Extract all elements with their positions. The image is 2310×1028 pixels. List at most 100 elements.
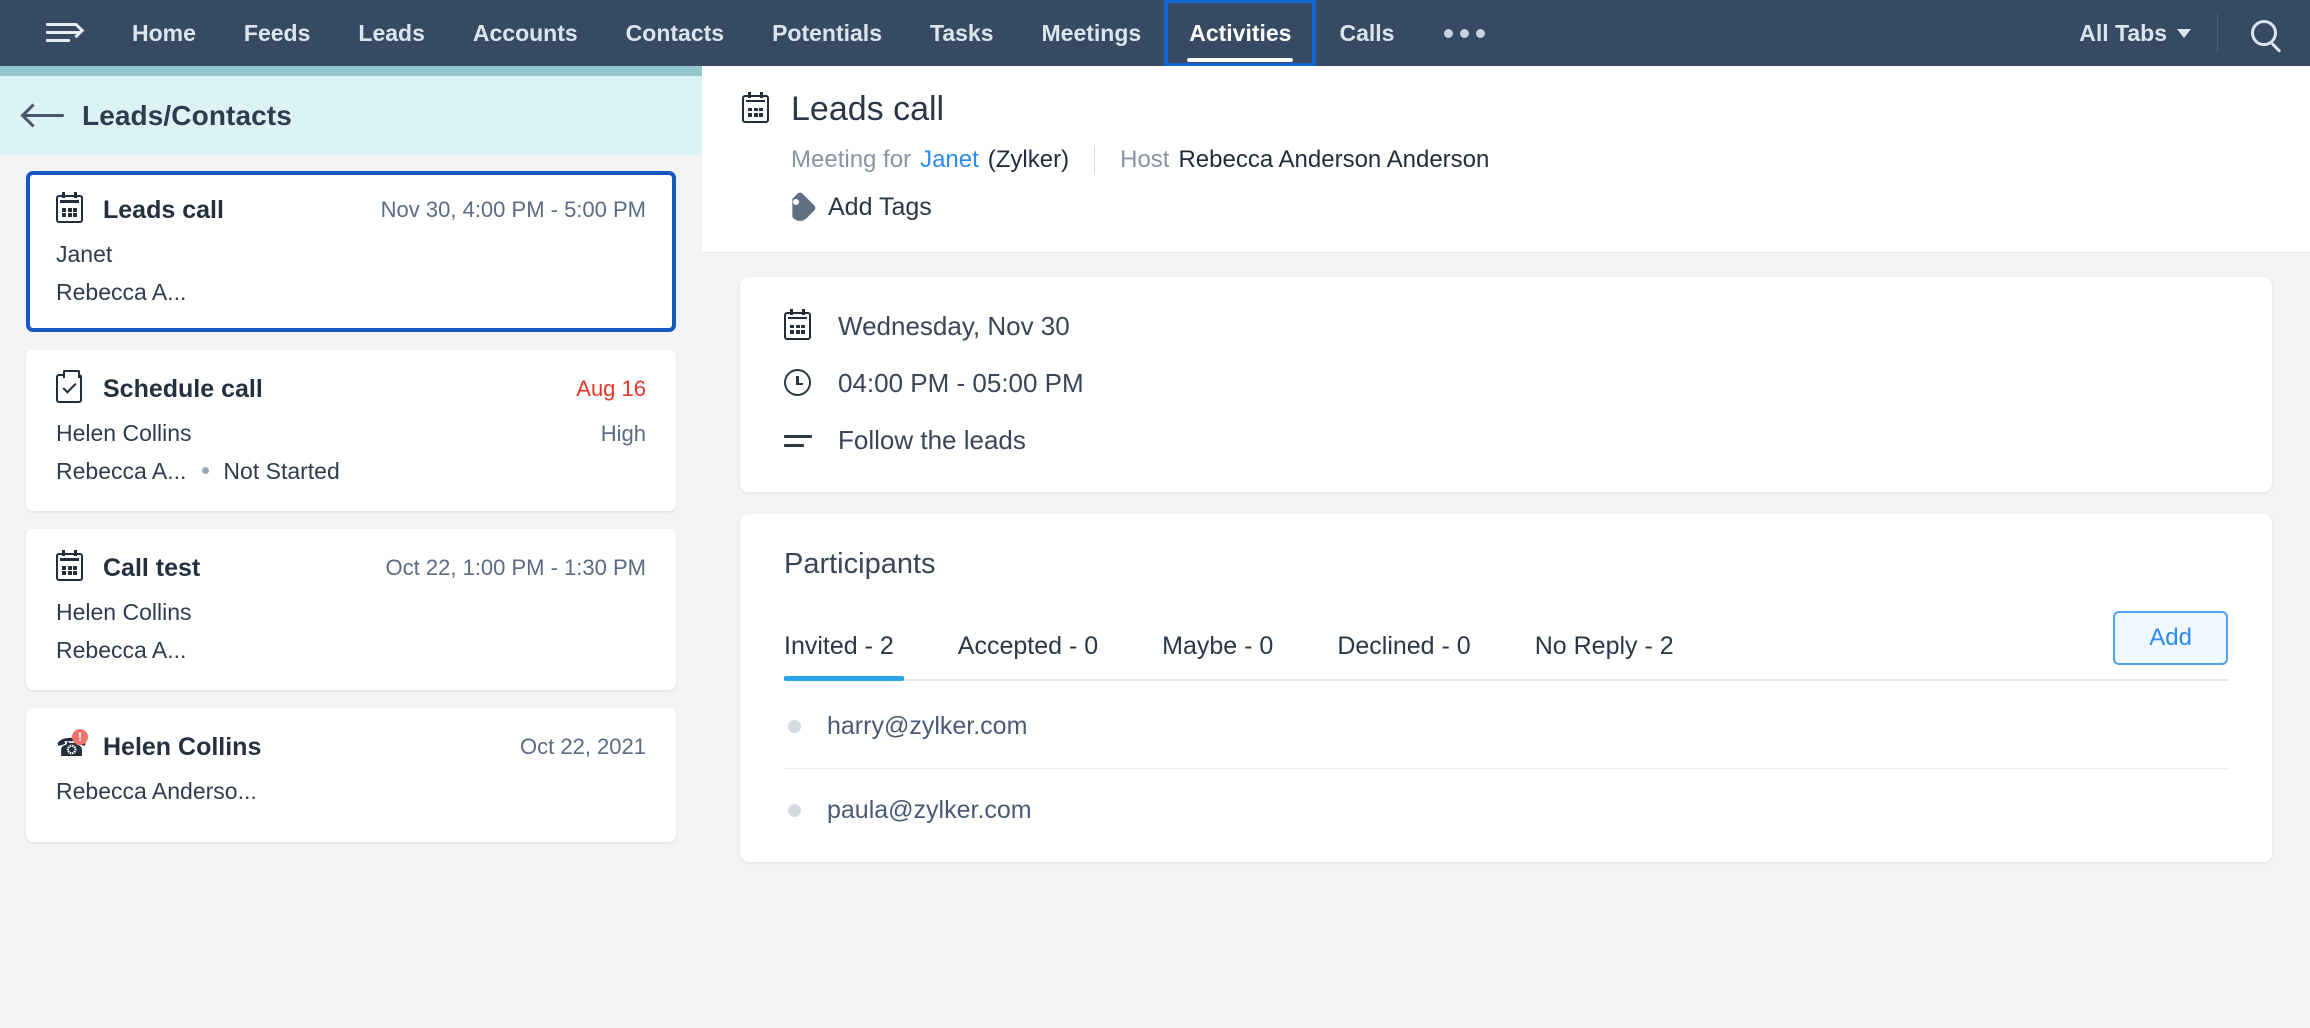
nav-tab-label: Contacts [625,19,725,46]
participants-panel: Participants Invited - 2 Accepted - 0 Ma… [740,514,2272,862]
card-owner-name: Rebecca Anderso... [56,778,257,804]
record-body: Wednesday, Nov 30 04:00 PM - 05:00 PM Fo… [702,253,2310,862]
list-item[interactable]: paula@zylker.com [784,769,2228,852]
nav-tab-potentials[interactable]: Potentials [748,0,906,66]
nav-tab-label: Leads [358,19,425,46]
nav-tab-activities[interactable]: Activities [1164,0,1317,67]
detail-row-time: 04:00 PM - 05:00 PM [784,368,2228,399]
participant-email: paula@zylker.com [827,796,1032,824]
nav-tab-label: Accounts [472,19,578,46]
menu-arrow-icon[interactable] [46,20,85,46]
alert-badge: ! [72,729,88,745]
calendar-icon [56,550,86,583]
card-title: Call test [103,553,201,582]
nav-tab-meetings[interactable]: Meetings [1018,0,1166,66]
tab-declined[interactable]: Declined - 0 [1305,632,1502,679]
nav-tab-label: Potentials [772,19,882,46]
card-title-row: ☎ ! Helen Collins Oct 22, 2021 [56,729,646,762]
card-datetime: Oct 22, 1:00 PM - 1:30 PM [385,555,646,580]
card-title-row: Call test Oct 22, 1:00 PM - 1:30 PM [56,550,646,583]
card-owner-name: Rebecca A... [56,458,187,484]
card-contact-name: Helen Collins [56,599,192,625]
activity-card-helen-collins-call[interactable]: ☎ ! Helen Collins Oct 22, 2021 Rebecca A… [26,708,676,842]
tab-label: Invited - 2 [784,632,894,660]
card-status: Not Started [223,458,340,484]
calendar-icon [784,308,814,342]
tab-label: Declined - 0 [1337,632,1471,660]
record-header: Leads call Meeting for Janet (Zylker) Ho… [702,66,2310,253]
nav-tab-accounts[interactable]: Accounts [449,0,602,66]
host-name: Rebecca Anderson Anderson [1178,146,1490,173]
add-tags-button[interactable]: Add Tags [742,193,2270,222]
nav-tab-home[interactable]: Home [108,0,220,66]
status-bullet-icon [788,804,801,817]
card-line-3: Rebecca A... [56,637,646,664]
tab-accepted[interactable]: Accepted - 0 [926,632,1130,679]
card-title: Leads call [103,195,224,224]
sidebar-header: Leads/Contacts [0,76,702,155]
activity-card-call-test[interactable]: Call test Oct 22, 1:00 PM - 1:30 PM Hele… [26,529,676,690]
card-owner-name: Rebecca A... [56,279,187,305]
participant-email: harry@zylker.com [827,712,1028,740]
add-participant-button[interactable]: Add [2113,611,2228,665]
topbar-right-group: All Tabs [2053,0,2310,66]
card-line-2: Helen Collins High [56,420,646,447]
accent-strip [0,66,702,76]
page-title: Leads call [791,90,945,128]
separator-dot [202,467,210,474]
nav-tab-label: Calls [1339,19,1395,46]
activity-card-list: Leads call Nov 30, 4:00 PM - 5:00 PM Jan… [0,155,702,842]
meeting-description: Follow the leads [838,425,1026,455]
activities-sidebar: Leads/Contacts Leads call Nov 30, 4:00 P… [0,76,702,1028]
back-arrow-icon[interactable] [20,101,66,131]
phone-alert-icon: ☎ ! [56,729,88,762]
chevron-down-icon [2177,28,2191,38]
activity-card-schedule-call[interactable]: Schedule call Aug 16 Helen Collins High … [26,350,676,511]
meeting-date: Wednesday, Nov 30 [838,311,1070,341]
all-tabs-dropdown[interactable]: All Tabs [2053,20,2217,47]
tab-maybe[interactable]: Maybe - 0 [1130,632,1305,679]
card-priority: High [600,421,646,446]
clock-icon [784,368,814,399]
record-title-row: Leads call [742,90,2270,129]
card-title: Schedule call [103,374,263,403]
tab-invited[interactable]: Invited - 2 [784,632,926,681]
meeting-for-link[interactable]: Janet [920,146,979,174]
search-icon[interactable] [2218,0,2310,66]
nav-tab-calls[interactable]: Calls [1315,0,1418,66]
nav-tab-list: Home Feeds Leads Accounts Contacts Poten… [108,0,1511,67]
meeting-for-label: Meeting for [791,146,912,173]
card-line-2: Helen Collins [56,599,646,626]
task-clipboard-check-icon [56,370,86,404]
all-tabs-label: All Tabs [2079,19,2167,46]
card-date: Oct 22, 2021 [520,734,646,759]
meeting-details-panel: Wednesday, Nov 30 04:00 PM - 05:00 PM Fo… [740,277,2272,492]
activity-card-leads-call[interactable]: Leads call Nov 30, 4:00 PM - 5:00 PM Jan… [26,171,676,332]
nav-tab-label: Feeds [243,19,311,46]
add-tags-label: Add Tags [828,193,932,221]
nav-tab-label: Tasks [930,19,994,46]
card-contact-name: Janet [56,241,113,267]
nav-tab-leads[interactable]: Leads [334,0,448,66]
card-due-date: Aug 16 [576,376,646,401]
list-item[interactable]: harry@zylker.com [784,685,2228,769]
card-title-row: Schedule call Aug 16 [56,370,646,404]
tab-no-reply[interactable]: No Reply - 2 [1503,632,1706,679]
nav-tab-contacts[interactable]: Contacts [602,0,748,66]
meeting-for-account: (Zylker) [987,146,1070,173]
nav-tab-label: Meetings [1041,19,1142,46]
ellipsis-icon[interactable] [1418,0,1511,66]
participants-heading: Participants [784,548,936,580]
participants-list: harry@zylker.com paula@zylker.com [784,681,2228,852]
nav-tab-feeds[interactable]: Feeds [220,0,334,66]
card-line-3: Rebecca A... [56,279,646,306]
record-detail-panel: Leads call Meeting for Janet (Zylker) Ho… [702,66,2310,1028]
nav-tab-tasks[interactable]: Tasks [906,0,1018,66]
status-bullet-icon [788,720,801,733]
card-line-2: Janet [56,241,646,268]
calendar-icon [56,192,86,225]
active-tab-indicator [1187,58,1294,62]
card-title: Helen Collins [103,732,262,761]
sidebar-title: Leads/Contacts [82,99,292,131]
tab-label: No Reply - 2 [1534,632,1674,660]
